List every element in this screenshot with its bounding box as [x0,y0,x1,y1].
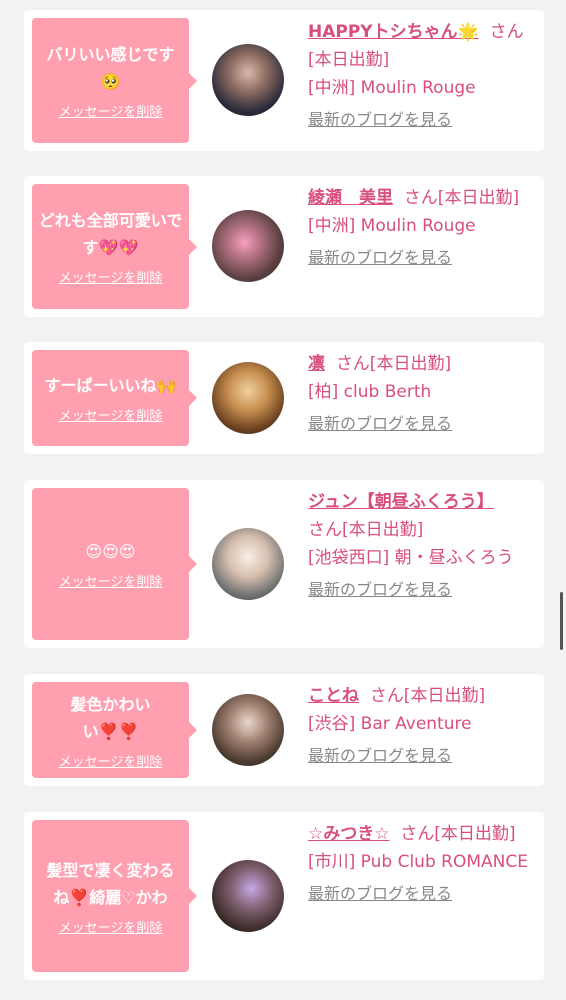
message-card: 髪色かわいい❣️❣️ メッセージを削除 ことね さん[本日出勤] [渋谷] Ba… [24,674,544,786]
cast-status: さん[本日出勤] [335,354,452,374]
latest-blog-link[interactable]: 最新のブログを見る [308,576,452,604]
cast-status: さん[本日出勤] [400,824,516,844]
message-bubble: 髪型で凄く変わるね❣️綺麗♡かわ メッセージを削除 [32,820,197,972]
cast-info: 凛 さん[本日出勤] [柏] club Berth 最新のブログを見る [308,350,536,438]
shop-name: [中洲] Moulin Rouge [308,216,476,236]
message-card: 😍😍😍 メッセージを削除 ジュン【朝昼ふくろう】 さん[本日出勤] [池袋西口]… [24,480,544,648]
message-bubble: すーぱーいいね🙌 メッセージを削除 [32,350,197,446]
message-text: 髪色かわいい❣️❣️ [70,694,151,741]
latest-blog-link[interactable]: 最新のブログを見る [308,410,452,438]
message-bubble: 😍😍😍 メッセージを削除 [32,488,197,640]
delete-message-link[interactable]: メッセージを削除 [59,751,163,770]
message-bubble: どれも全部可愛いです💖💖 メッセージを削除 [32,184,197,309]
cast-name-link[interactable]: 綾瀬 美里 [308,188,393,208]
message-text: どれも全部可愛いです💖💖 [38,211,183,257]
message-text: バリいい感じです🥺 [46,45,175,91]
cast-info: 綾瀬 美里 さん[本日出勤] [中洲] Moulin Rouge 最新のブログを… [308,184,536,272]
message-bubble: 髪色かわいい❣️❣️ メッセージを削除 [32,682,197,778]
shop-name: [市川] Pub Club ROMANCE [308,852,528,872]
message-text: すーぱーいいね🙌 [44,376,177,395]
message-bubble: バリいい感じです🥺 メッセージを削除 [32,18,197,143]
cast-status: さん[本日出勤] [308,520,424,540]
scrollbar[interactable] [560,592,563,650]
message-card: どれも全部可愛いです💖💖 メッセージを削除 綾瀬 美里 さん[本日出勤] [中洲… [24,176,544,317]
message-card: 髪型で凄く変わるね❣️綺麗♡かわ メッセージを削除 ☆みつき☆ さん[本日出勤]… [24,812,544,980]
cast-status: さん[本日出勤] [369,686,486,706]
avatar[interactable] [212,362,284,434]
shop-name: [渋谷] Bar Aventure [308,714,472,734]
latest-blog-link[interactable]: 最新のブログを見る [308,106,452,134]
latest-blog-link[interactable]: 最新のブログを見る [308,880,452,908]
latest-blog-link[interactable]: 最新のブログを見る [308,742,452,770]
cast-name-link[interactable]: ジュン【朝昼ふくろう】 [308,492,494,512]
delete-message-link[interactable]: メッセージを削除 [59,405,163,424]
message-card: すーぱーいいね🙌 メッセージを削除 凛 さん[本日出勤] [柏] club Be… [24,342,544,454]
cast-name-link[interactable]: ☆みつき☆ [308,824,389,844]
avatar[interactable] [212,694,284,766]
delete-message-link[interactable]: メッセージを削除 [59,101,163,120]
cast-info: ことね さん[本日出勤] [渋谷] Bar Aventure 最新のブログを見る [308,682,536,770]
latest-blog-link[interactable]: 最新のブログを見る [308,244,452,272]
cast-name-link[interactable]: HAPPYトシちゃん🌟 [308,22,479,42]
cast-status: さん[本日出勤] [403,188,520,208]
cast-name-link[interactable]: ことね [308,686,359,706]
delete-message-link[interactable]: メッセージを削除 [59,267,163,286]
avatar[interactable] [212,528,284,600]
message-text: 髪型で凄く変わるね❣️綺麗♡かわ [46,860,175,907]
shop-name: [柏] club Berth [308,382,432,402]
avatar[interactable] [212,210,284,282]
message-card: バリいい感じです🥺 メッセージを削除 HAPPYトシちゃん🌟 さん[本日出勤] … [24,10,544,151]
cast-info: HAPPYトシちゃん🌟 さん[本日出勤] [中洲] Moulin Rouge 最… [308,18,536,134]
delete-message-link[interactable]: メッセージを削除 [59,571,163,590]
shop-name: [池袋西口] 朝・昼ふくろう [308,548,514,568]
cast-name-link[interactable]: 凛 [308,354,325,374]
shop-name: [中洲] Moulin Rouge [308,78,476,98]
cast-info: ☆みつき☆ さん[本日出勤] [市川] Pub Club ROMANCE 最新の… [308,820,536,908]
message-text: 😍😍😍 [85,542,136,561]
avatar[interactable] [212,860,284,932]
cast-info: ジュン【朝昼ふくろう】 さん[本日出勤] [池袋西口] 朝・昼ふくろう 最新のブ… [308,488,536,604]
delete-message-link[interactable]: メッセージを削除 [59,917,163,936]
avatar[interactable] [212,44,284,116]
